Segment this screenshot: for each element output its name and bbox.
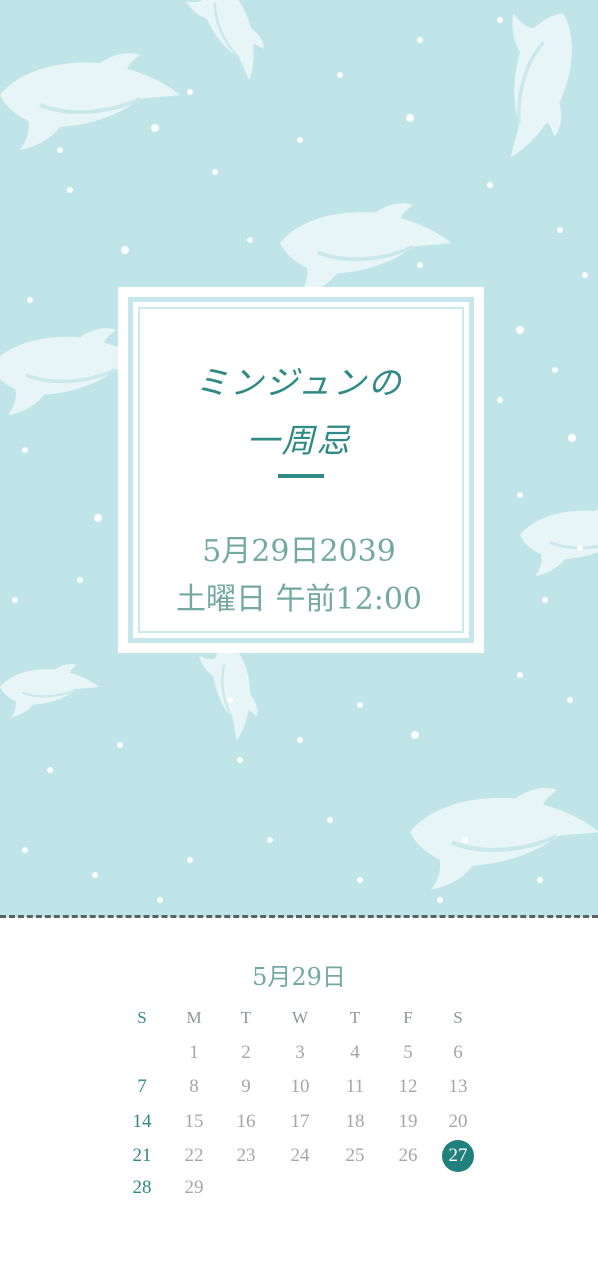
calendar-day[interactable]: 26: [388, 1141, 428, 1171]
calendar-day[interactable]: 15: [174, 1107, 214, 1137]
event-time: 土曜日 午前12:00: [176, 582, 422, 617]
weekday-header: T: [240, 1008, 252, 1027]
calendar-day[interactable]: 4: [335, 1038, 375, 1068]
memorial-event: 一周忌: [246, 421, 352, 460]
event-date: 5月29日2039: [202, 534, 396, 569]
weekday-header: S: [137, 1008, 147, 1027]
weekday-header: T: [349, 1008, 361, 1027]
calendar-day[interactable]: 8: [174, 1072, 214, 1102]
calendar-day[interactable]: 9: [226, 1072, 266, 1102]
calendar-day[interactable]: 5: [388, 1038, 428, 1068]
calendar-day[interactable]: 2: [226, 1038, 266, 1068]
weekday-header: S: [453, 1008, 463, 1027]
calendar-day[interactable]: 13: [438, 1072, 478, 1102]
calendar-day[interactable]: 23: [226, 1141, 266, 1171]
calendar-day[interactable]: 11: [335, 1072, 375, 1102]
perforation-divider: [0, 915, 598, 918]
calendar-day[interactable]: 3: [280, 1038, 320, 1068]
calendar-day[interactable]: 29: [174, 1173, 214, 1203]
calendar-day-selected[interactable]: 27: [442, 1140, 474, 1172]
calendar-day[interactable]: 7: [122, 1072, 162, 1102]
calendar-day[interactable]: 14: [122, 1107, 162, 1137]
calendar-day[interactable]: 17: [280, 1107, 320, 1137]
calendar-day[interactable]: 25: [335, 1141, 375, 1171]
calendar-day[interactable]: 1: [174, 1038, 214, 1068]
calendar-day[interactable]: 28: [122, 1173, 162, 1203]
memorial-name: ミンジュンの: [195, 363, 403, 402]
calendar-day[interactable]: 24: [280, 1141, 320, 1171]
calendar-day[interactable]: 21: [122, 1141, 162, 1171]
calendar-day[interactable]: 16: [226, 1107, 266, 1137]
calendar-day[interactable]: 12: [388, 1072, 428, 1102]
weekday-header: W: [291, 1008, 309, 1027]
calendar-day[interactable]: 20: [438, 1107, 478, 1137]
calendar-title: 5月29日: [252, 963, 346, 991]
calendar-day[interactable]: 10: [280, 1072, 320, 1102]
calendar-day[interactable]: 19: [388, 1107, 428, 1137]
weekday-header: M: [186, 1008, 202, 1027]
calendar-day[interactable]: 22: [174, 1141, 214, 1171]
weekday-header: F: [403, 1008, 413, 1027]
calendar-day[interactable]: 6: [438, 1038, 478, 1068]
calendar-day[interactable]: 18: [335, 1107, 375, 1137]
title-divider: [278, 474, 324, 478]
